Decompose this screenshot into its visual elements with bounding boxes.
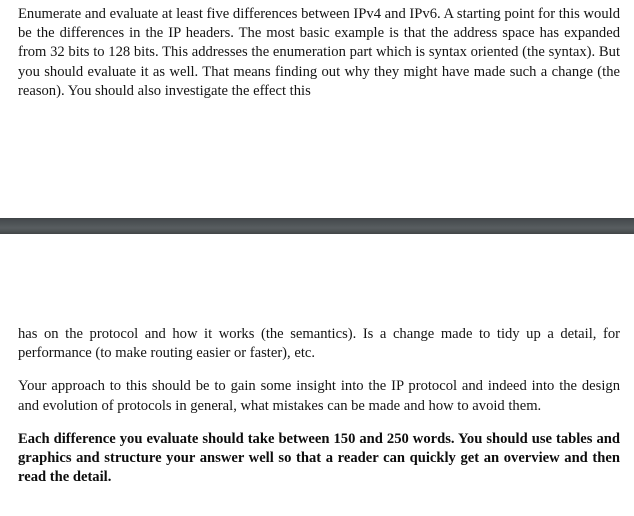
paragraph-requirements: Each difference you evaluate should take…	[18, 430, 620, 486]
page-section-bottom: has on the protocol and how it works (th…	[0, 325, 634, 487]
page-section-top: Enumerate and evaluate at least five dif…	[0, 0, 634, 101]
paragraph-semantics: has on the protocol and how it works (th…	[18, 326, 620, 362]
document-page: Enumerate and evaluate at least five dif…	[0, 0, 634, 516]
page-break-divider-bar	[0, 218, 634, 234]
paragraph-approach: Your approach to this should be to gain …	[18, 378, 620, 414]
paragraph-intro: Enumerate and evaluate at least five dif…	[18, 6, 620, 99]
